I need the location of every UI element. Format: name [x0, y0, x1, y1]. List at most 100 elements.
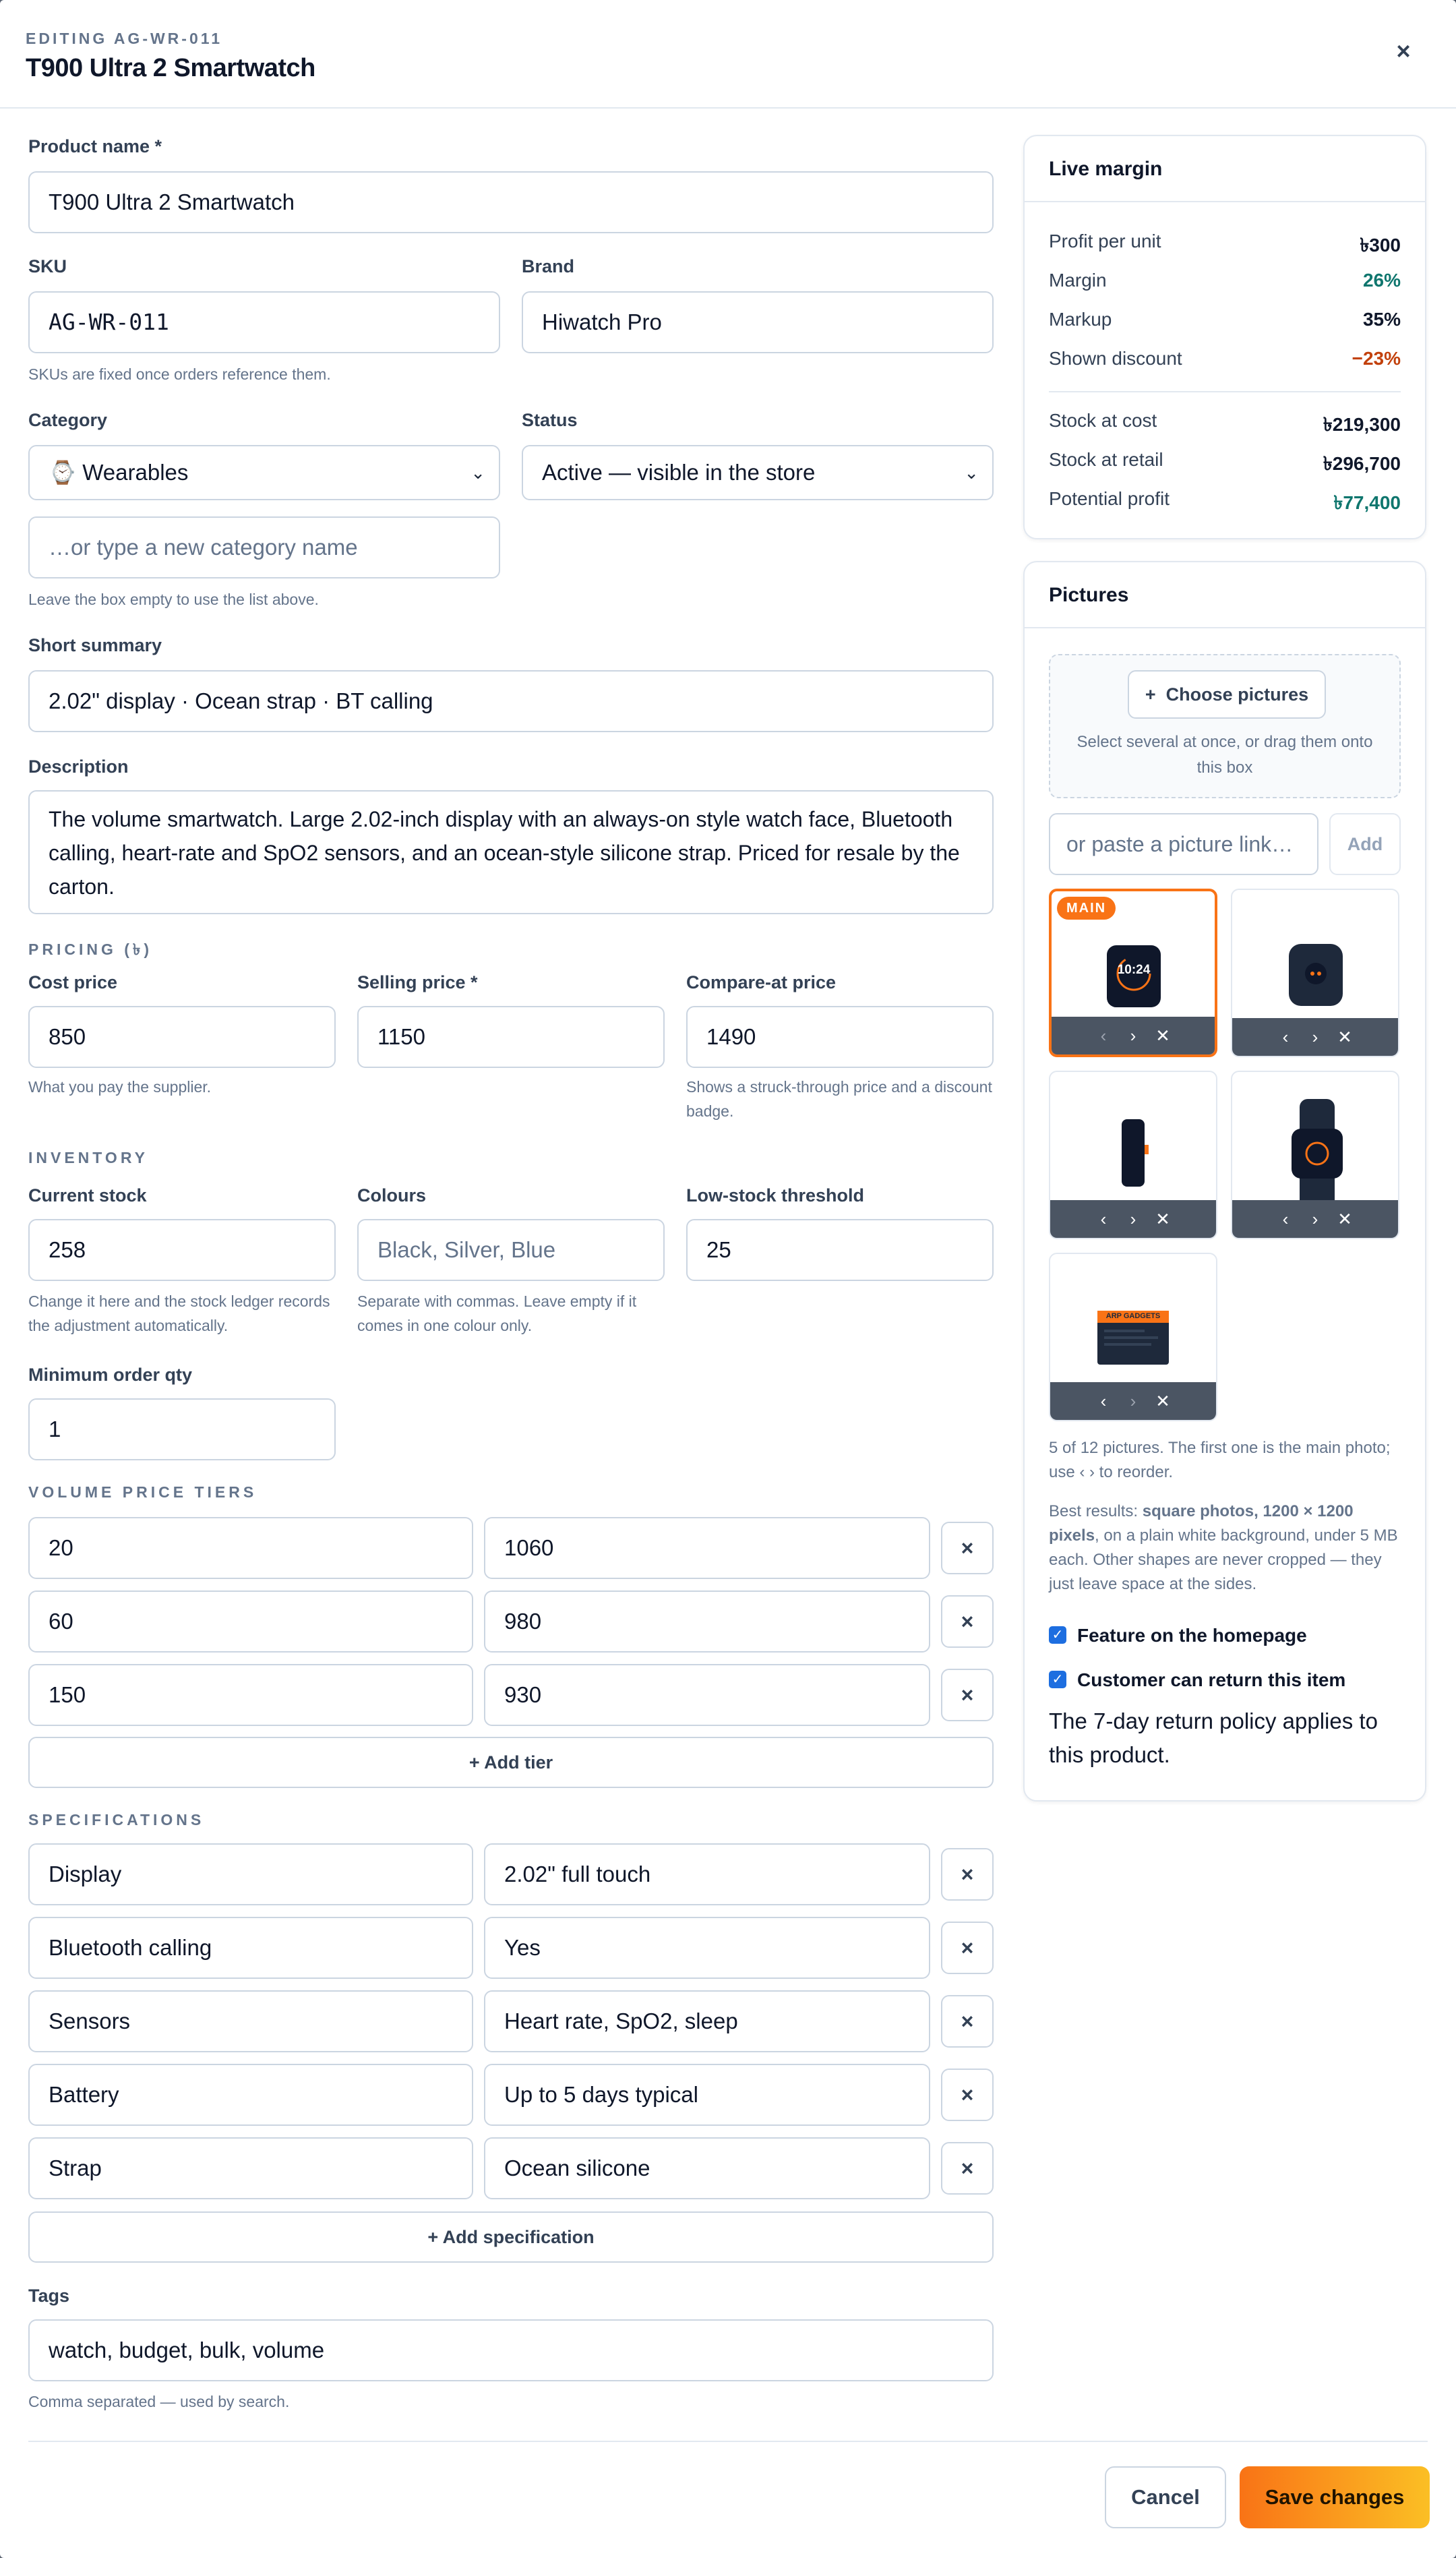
watch-side-image: [1122, 1119, 1149, 1187]
spec-key-input[interactable]: Display: [28, 1843, 473, 1905]
remove-spec-button[interactable]: ×: [941, 2142, 994, 2195]
cost-price-input[interactable]: 850: [28, 1006, 336, 1068]
tags-input[interactable]: watch, budget, bulk, volume: [28, 2319, 994, 2381]
close-icon[interactable]: ×: [1389, 36, 1418, 66]
move-right-icon[interactable]: ›: [1300, 1018, 1330, 1056]
remove-spec-button[interactable]: ×: [941, 1848, 994, 1901]
status-label: Status: [522, 410, 578, 430]
choose-pictures-button[interactable]: + Choose pictures: [1128, 670, 1326, 719]
modal-title: T900 Ultra 2 Smartwatch: [26, 54, 315, 82]
plus-icon: +: [1145, 684, 1156, 705]
picture-thumb-main[interactable]: MAIN 10:24 ‹ › ✕: [1049, 889, 1217, 1057]
current-stock-input[interactable]: 258: [28, 1219, 336, 1281]
picture-thumb[interactable]: ‹ › ✕: [1231, 889, 1399, 1057]
picture-link-input[interactable]: or paste a picture link…: [1049, 813, 1318, 875]
inventory-section-title: INVENTORY: [28, 1149, 148, 1166]
tags-label: Tags: [28, 2286, 70, 2306]
move-right-icon[interactable]: ›: [1118, 1382, 1148, 1420]
move-left-icon[interactable]: ‹: [1089, 1017, 1118, 1054]
margin-row-value: ৳296,700: [1323, 453, 1401, 474]
cost-price-label: Cost price: [28, 972, 118, 992]
colours-input[interactable]: Black, Silver, Blue: [357, 1219, 665, 1281]
add-specification-button[interactable]: + Add specification: [28, 2211, 994, 2263]
compare-price-label: Compare-at price: [686, 972, 837, 992]
spec-key-input[interactable]: Strap: [28, 2137, 473, 2199]
description-textarea[interactable]: The volume smartwatch. Large 2.02-inch d…: [28, 790, 994, 914]
compare-price-input[interactable]: 1490: [686, 1006, 994, 1068]
move-right-icon[interactable]: ›: [1118, 1017, 1148, 1054]
best-results-suffix: , on a plain white background, under 5 M…: [1049, 1526, 1398, 1593]
footer-divider: [28, 2441, 1428, 2442]
tier-price-input[interactable]: 980: [484, 1590, 930, 1653]
colours-label: Colours: [357, 1185, 427, 1206]
spec-key-input[interactable]: Bluetooth calling: [28, 1917, 473, 1979]
picture-thumb[interactable]: ARP GADGETS ‹ › ✕: [1049, 1253, 1217, 1421]
thumb-controls: ‹ › ✕: [1232, 1200, 1398, 1238]
picture-thumb[interactable]: ‹ › ✕: [1231, 1071, 1399, 1239]
move-right-icon[interactable]: ›: [1118, 1200, 1148, 1238]
spec-value-input[interactable]: Heart rate, SpO2, sleep: [484, 1990, 930, 2052]
picture-best-results: Best results: square photos, 1200 × 1200…: [1049, 1499, 1406, 1597]
move-left-icon[interactable]: ‹: [1089, 1200, 1118, 1238]
margin-row-label: Shown discount: [1049, 348, 1182, 369]
tier-qty-input[interactable]: 150: [28, 1664, 473, 1726]
remove-spec-button[interactable]: ×: [941, 1922, 994, 1974]
new-category-input[interactable]: …or type a new category name: [28, 516, 500, 578]
min-order-input[interactable]: 1: [28, 1398, 336, 1460]
move-left-icon[interactable]: ‹: [1089, 1382, 1118, 1420]
margin-divider: [1049, 391, 1401, 392]
move-left-icon[interactable]: ‹: [1271, 1018, 1300, 1056]
margin-row-label: Potential profit: [1049, 488, 1170, 509]
picture-dropzone[interactable]: + Choose pictures Select several at once…: [1049, 654, 1401, 798]
sku-input[interactable]: AG-WR-011: [28, 291, 500, 353]
tier-price-input[interactable]: 1060: [484, 1517, 930, 1579]
remove-picture-icon[interactable]: ✕: [1330, 1018, 1360, 1056]
move-right-icon[interactable]: ›: [1300, 1200, 1330, 1238]
spec-value-input[interactable]: Up to 5 days typical: [484, 2064, 930, 2126]
tier-price-input[interactable]: 930: [484, 1664, 930, 1726]
selling-price-input[interactable]: 1150: [357, 1006, 665, 1068]
min-order-label: Minimum order qty: [28, 1365, 193, 1385]
brand-input[interactable]: Hiwatch Pro: [522, 291, 994, 353]
add-picture-link-button[interactable]: Add: [1329, 813, 1401, 875]
chevron-down-icon: ⌄: [964, 463, 979, 483]
margin-row-value: ৳300: [1360, 235, 1401, 256]
short-summary-input[interactable]: 2.02" display · Ocean strap · BT calling: [28, 670, 994, 732]
return-item-checkbox[interactable]: ✓: [1049, 1671, 1066, 1688]
status-select[interactable]: Active — visible in the store ⌄: [522, 445, 994, 500]
remove-tier-button[interactable]: ×: [941, 1522, 994, 1574]
remove-tier-button[interactable]: ×: [941, 1669, 994, 1721]
remove-picture-icon[interactable]: ✕: [1148, 1382, 1178, 1420]
product-name-input[interactable]: T900 Ultra 2 Smartwatch: [28, 171, 994, 233]
remove-picture-icon[interactable]: ✕: [1148, 1200, 1178, 1238]
thumb-controls: ‹ › ✕: [1050, 1382, 1216, 1420]
save-changes-button[interactable]: Save changes: [1240, 2466, 1430, 2528]
spec-value-input[interactable]: 2.02" full touch: [484, 1843, 930, 1905]
feature-homepage-checkbox[interactable]: ✓: [1049, 1626, 1066, 1644]
remove-picture-icon[interactable]: ✕: [1148, 1017, 1178, 1054]
remove-tier-button[interactable]: ×: [941, 1595, 994, 1648]
spec-key-input[interactable]: Battery: [28, 2064, 473, 2126]
remove-spec-button[interactable]: ×: [941, 1995, 994, 2048]
add-tier-button[interactable]: + Add tier: [28, 1737, 994, 1788]
spec-value-input[interactable]: Ocean silicone: [484, 2137, 930, 2199]
tier-qty-input[interactable]: 20: [28, 1517, 473, 1579]
spec-key-input[interactable]: Sensors: [28, 1990, 473, 2052]
cancel-button[interactable]: Cancel: [1105, 2466, 1226, 2528]
margin-row-value: 35%: [1362, 309, 1401, 330]
picture-count-text: 5 of 12 pictures. The first one is the m…: [1049, 1439, 1391, 1481]
cost-price-help: What you pay the supplier.: [28, 1078, 212, 1096]
remove-spec-button[interactable]: ×: [941, 2069, 994, 2121]
picture-thumb[interactable]: ‹ › ✕: [1049, 1071, 1217, 1239]
spec-value-input[interactable]: Yes: [484, 1917, 930, 1979]
move-left-icon[interactable]: ‹: [1271, 1200, 1300, 1238]
tier-qty-input[interactable]: 60: [28, 1590, 473, 1653]
category-select-value: ⌚ Wearables: [49, 460, 189, 485]
margin-row: Potential profit ৳77,400: [1049, 488, 1401, 515]
remove-picture-icon[interactable]: ✕: [1330, 1200, 1360, 1238]
margin-row-value: ৳219,300: [1323, 414, 1401, 435]
dropzone-help: Select several at once, or drag them ont…: [1076, 733, 1373, 777]
low-stock-threshold-input[interactable]: 25: [686, 1219, 994, 1281]
specs-section-title: SPECIFICATIONS: [28, 1811, 205, 1828]
category-select[interactable]: ⌚ Wearables ⌄: [28, 445, 500, 500]
